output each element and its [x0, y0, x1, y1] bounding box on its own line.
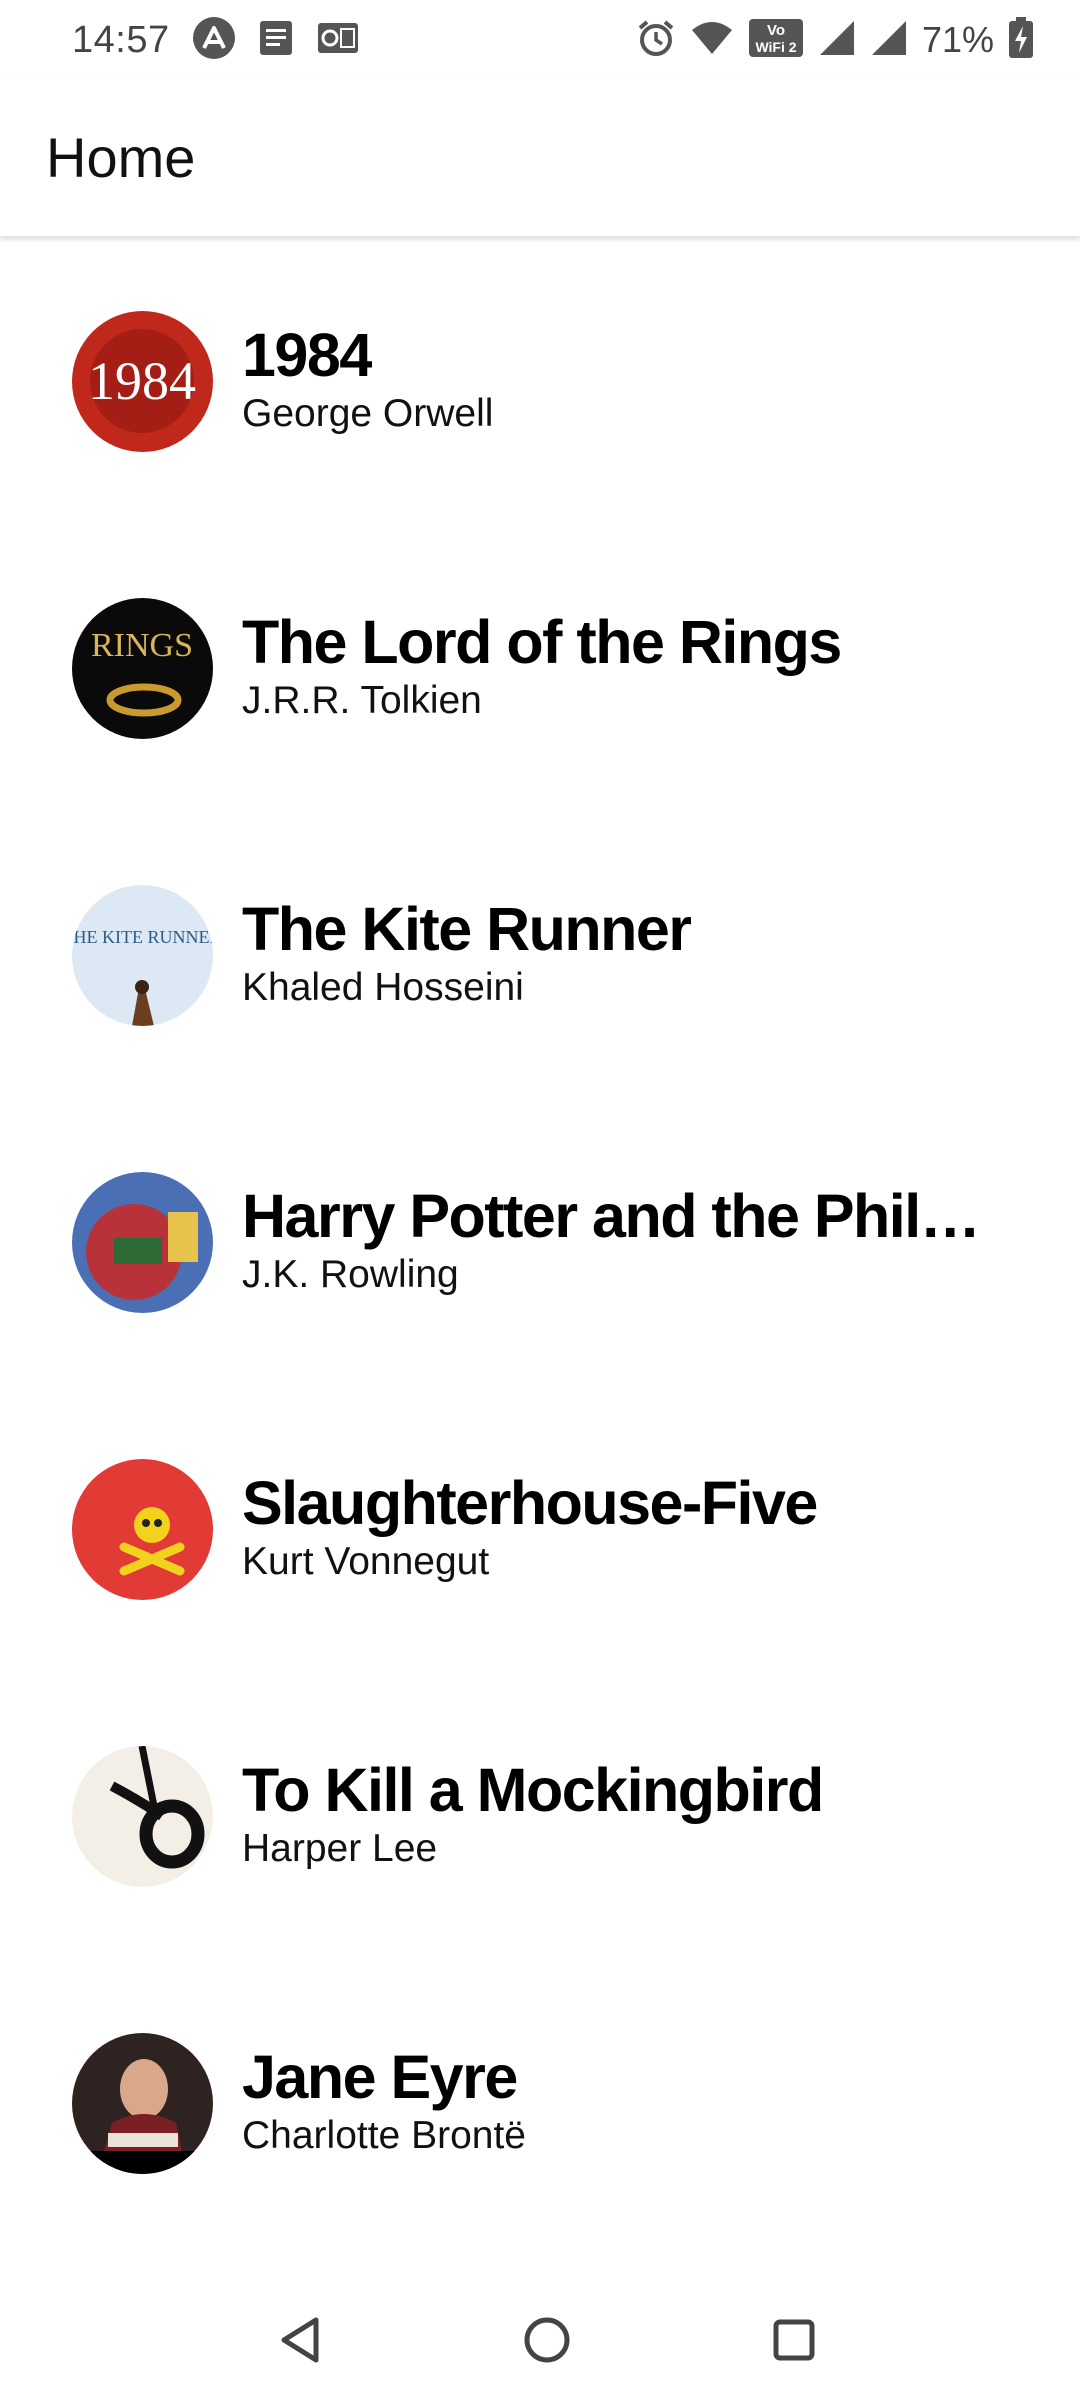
app-bar: Home — [0, 80, 1080, 237]
book-cover: THE KITE RUNNER — [72, 885, 213, 1026]
navigation-bar — [0, 2280, 1080, 2400]
alarm-icon — [636, 18, 676, 63]
book-title: Harry Potter and the Philos... — [242, 1182, 1012, 1250]
book-cover — [72, 1172, 213, 1313]
book-cover — [72, 1746, 213, 1887]
book-item-1984[interactable]: 1984 1984 George Orwell — [0, 240, 1080, 527]
cover-text: 1984 — [88, 351, 196, 411]
wifi-icon — [690, 20, 734, 61]
vowifi-icon: Vo WiFi 2 — [748, 18, 804, 63]
book-item-harry-potter[interactable]: Harry Potter and the Philos... J.K. Rowl… — [0, 1101, 1080, 1388]
notes-icon — [258, 19, 294, 62]
vpn-icon — [192, 16, 236, 65]
book-author: Harper Lee — [242, 1827, 438, 1870]
book-author: George Orwell — [242, 392, 494, 435]
book-cover: RINGS — [72, 598, 213, 739]
book-item-lord-of-the-rings[interactable]: RINGS The Lord of the Rings J.R.R. Tolki… — [0, 527, 1080, 814]
outlook-icon — [316, 19, 360, 62]
back-icon[interactable] — [270, 2308, 334, 2372]
book-title: Slaughterhouse-Five — [242, 1469, 817, 1537]
home-icon[interactable] — [515, 2308, 579, 2372]
book-title: Jane Eyre — [242, 2043, 517, 2111]
cover-text: RINGS — [91, 627, 193, 664]
book-author: Charlotte Brontë — [242, 2114, 526, 2157]
book-author: J.R.R. Tolkien — [242, 679, 482, 722]
book-cover — [72, 1459, 213, 1600]
signal-icon — [870, 19, 908, 62]
book-title: The Kite Runner — [242, 895, 691, 963]
battery-charging-icon — [1008, 16, 1034, 64]
book-title: To Kill a Mockingbird — [242, 1756, 823, 1824]
book-item-kite-runner[interactable]: THE KITE RUNNER The Kite Runner Khaled H… — [0, 814, 1080, 1101]
book-item-to-kill-a-mockingbird[interactable]: To Kill a Mockingbird Harper Lee — [0, 1675, 1080, 1962]
book-title: The Lord of the Rings — [242, 608, 841, 676]
book-title: 1984 — [242, 321, 372, 389]
book-item-jane-eyre[interactable]: Jane Eyre Charlotte Brontë — [0, 1962, 1080, 2249]
status-time: 14:57 — [72, 18, 170, 61]
book-author: Kurt Vonnegut — [242, 1540, 490, 1583]
book-author: J.K. Rowling — [242, 1253, 459, 1296]
book-cover — [72, 2033, 213, 2174]
battery-percent: 71% — [921, 19, 994, 60]
svg-text:Vo: Vo — [767, 22, 785, 39]
page-title: Home — [46, 126, 196, 189]
book-author: Khaled Hosseini — [242, 966, 524, 1009]
svg-text:WiFi 2: WiFi 2 — [755, 39, 796, 55]
signal-icon — [818, 19, 856, 62]
book-item-slaughterhouse-five[interactable]: Slaughterhouse-Five Kurt Vonnegut — [0, 1388, 1080, 1675]
cover-text: THE KITE RUNNER — [72, 927, 213, 947]
book-cover: 1984 — [72, 311, 213, 452]
recents-icon[interactable] — [762, 2308, 826, 2372]
status-bar: 14:57 Vo WiFi 2 71% — [0, 0, 1080, 80]
